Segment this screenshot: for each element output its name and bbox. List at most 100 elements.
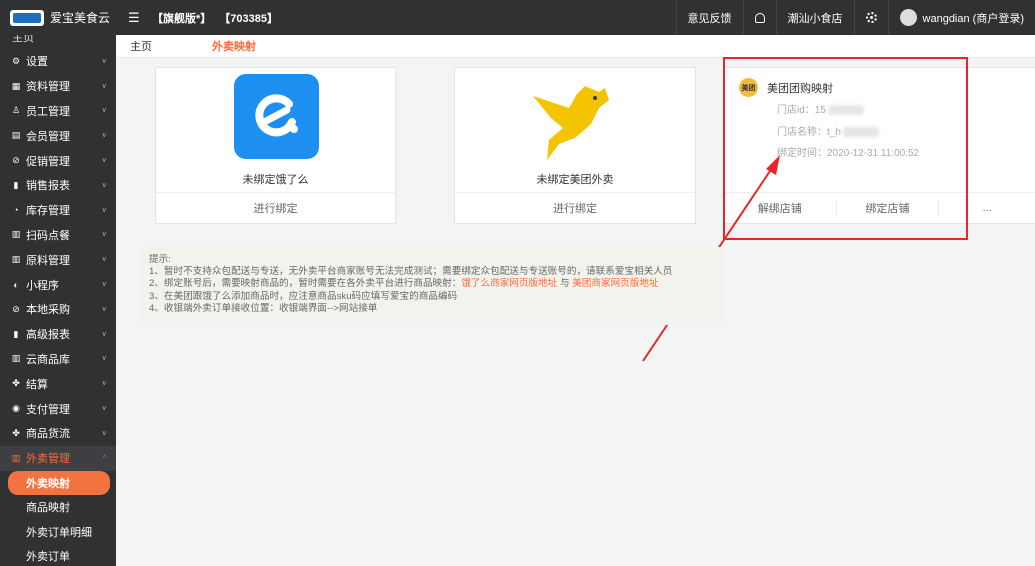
sidebar-subitem-2[interactable]: 外卖订单明细 [0, 520, 116, 545]
sidebar-item-label: 销售报表 [26, 180, 70, 193]
menu-icon: ▤ [11, 130, 21, 141]
menu-icon: ▥ [11, 353, 21, 364]
more-button[interactable]: ... [939, 202, 1035, 214]
chevron-down-icon: v [102, 82, 107, 90]
menu-toggle-icon[interactable]: ☰ [128, 10, 142, 26]
main-content: 主页 外卖映射 未绑定饿了么 进行绑定 未绑定美团外卖 进行绑定 美团 美团团购… [116, 35, 1035, 566]
chevron-down-icon: v [102, 57, 107, 65]
top-bar: 爱宝美食云 ☰ 【旗舰版*】 【703385】 意见反馈 潮汕小食店 wangd… [0, 0, 1035, 35]
sidebar-item-home[interactable]: 主页 [0, 35, 116, 49]
sidebar-item-13[interactable]: ✤ 结算 v [0, 371, 116, 396]
meituan-group-card: 美团 美团团购映射 门店id：15 门店名称：t_h 绑定时间：2020-12-… [723, 67, 1035, 224]
menu-icon: ⚙ [11, 55, 21, 66]
meituan-waimai-card: 未绑定美团外卖 进行绑定 [454, 67, 696, 224]
tab-bar: 主页 外卖映射 [116, 35, 1035, 58]
tips-panel: 提示: 1、暂时不支持众包配送与专送，无外卖平台商家账号无法完成测试；需要绑定众… [141, 247, 725, 325]
menu-icon: ◔ [13, 205, 19, 216]
sidebar-item-label: 员工管理 [26, 105, 70, 118]
tip-and: 与 [557, 278, 573, 290]
sidebar-item-2[interactable]: ♙ 员工管理 v [0, 99, 116, 124]
sidebar-item-1[interactable]: ▦ 资料管理 v [0, 74, 116, 99]
chevron-down-icon: v [102, 405, 107, 413]
eleme-web-link[interactable]: 饿了么商家网页版地址 [461, 278, 557, 289]
redacted-value [842, 127, 879, 138]
sidebar-item-5[interactable]: ▮ 销售报表 v [0, 173, 116, 198]
sidebar-item-label: 结算 [26, 378, 48, 391]
avatar [899, 9, 917, 26]
app-name: 爱宝美食云 [50, 11, 111, 25]
sidebar-item-15[interactable]: ✤ 商品货流 v [0, 421, 116, 446]
menu-icon: ⊘ [12, 155, 20, 166]
chevron-down-icon: v [102, 330, 107, 338]
sidebar: 主页 ⚙ 设置 v ▦ 资料管理 v ♙ 员工管理 v ▤ 会员管理 v ⊘ 促销管理 v ▮ 销售报表 v ◔ 库存… [0, 35, 116, 566]
tips-title: 提示: [149, 254, 171, 265]
menu-icon: ▥ [11, 254, 21, 265]
store-name-row: 门店名称：t_h [777, 123, 879, 138]
menu-icon: ◐ [13, 279, 19, 290]
tab-takeout-mapping[interactable]: 外卖映射 [198, 38, 270, 54]
sidebar-item-9[interactable]: ◐ 小程序 v [0, 272, 116, 297]
user-menu[interactable]: wangdian (商户登录) [887, 0, 1035, 35]
sidebar-item-label: 本地采购 [26, 304, 70, 317]
menu-icon: ▮ [13, 328, 19, 339]
sidebar-item-8[interactable]: ▥ 原料管理 v [0, 247, 116, 272]
sidebar-item-label: 设置 [26, 56, 48, 69]
sidebar-item-label: 促销管理 [26, 155, 70, 168]
meituan-waimai-bind-button[interactable]: 进行绑定 [455, 192, 695, 223]
bind-store-button[interactable]: 绑定店铺 [837, 200, 939, 216]
menu-icon: ⊘ [12, 303, 20, 314]
sidebar-item-14[interactable]: ◉ 支付管理 v [0, 396, 116, 421]
store-id-row: 门店id：15 [777, 101, 864, 116]
sidebar-item-3[interactable]: ▤ 会员管理 v [0, 123, 116, 148]
menu-icon: ◉ [12, 403, 20, 414]
sidebar-item-16[interactable]: ▥ 外卖管理 ^ [0, 445, 116, 471]
meituan-group-title: 美团团购映射 [767, 82, 833, 95]
menu-icon: ▥ [11, 229, 21, 240]
sidebar-subitem-0[interactable]: 外卖映射 [8, 470, 110, 496]
store-id-label: 门店id：15 [777, 105, 826, 116]
meituan-waimai-status: 未绑定美团外卖 [536, 174, 614, 186]
user-name: wangdian (商户登录) [922, 12, 1024, 25]
chevron-up-icon: ^ [102, 454, 106, 462]
meituan-web-link[interactable]: 美团商家网页版地址 [572, 278, 658, 289]
sidebar-subitem-3[interactable]: 外卖订单 [0, 544, 116, 566]
sidebar-item-10[interactable]: ⊘ 本地采购 v [0, 297, 116, 322]
chevron-down-icon: v [102, 305, 107, 313]
eleme-bind-button[interactable]: 进行绑定 [156, 192, 395, 223]
menu-icon: ✤ [12, 378, 20, 389]
menu-icon: ♙ [11, 105, 21, 116]
sidebar-item-label: 库存管理 [26, 205, 70, 218]
store-switcher[interactable]: 潮汕小食店 [775, 0, 854, 35]
settings-button[interactable] [853, 0, 888, 35]
chevron-down-icon: v [102, 355, 107, 363]
chevron-down-icon: v [102, 206, 107, 214]
chevron-down-icon: v [102, 107, 107, 115]
sidebar-item-11[interactable]: ▮ 高级报表 v [0, 322, 116, 347]
chevron-down-icon: v [102, 256, 107, 264]
sidebar-item-0[interactable]: ⚙ 设置 v [0, 49, 116, 74]
chevron-down-icon: v [102, 181, 107, 189]
tab-home[interactable]: 主页 [116, 38, 166, 54]
sidebar-item-6[interactable]: ◔ 库存管理 v [0, 198, 116, 223]
sidebar-item-4[interactable]: ⊘ 促销管理 v [0, 148, 116, 173]
feedback-link[interactable]: 意见反馈 [675, 0, 743, 35]
notification-button[interactable] [742, 0, 776, 35]
sidebar-item-label: 小程序 [26, 279, 59, 292]
bell-icon [754, 12, 765, 23]
sidebar-item-7[interactable]: ▥ 扫码点餐 v [0, 223, 116, 248]
menu-icon: ▦ [11, 80, 21, 91]
gear-icon [865, 12, 877, 23]
unbind-store-button[interactable]: 解绑店铺 [724, 200, 836, 216]
app-logo[interactable]: 爱宝美食云 [0, 9, 116, 26]
sidebar-item-label: 商品货流 [26, 428, 70, 441]
sidebar-item-label: 资料管理 [26, 81, 70, 94]
store-code: 【703385】 [219, 12, 278, 25]
sidebar-item-12[interactable]: ▥ 云商品库 v [0, 347, 116, 372]
eleme-status: 未绑定饿了么 [242, 174, 309, 186]
tip-line-1: 1、暂时不支持众包配送与专送，无外卖平台商家账号无法完成测试；需要绑定众包配送与… [149, 266, 673, 278]
meituan-badge-icon: 美团 [739, 78, 758, 97]
chevron-down-icon: v [102, 132, 107, 140]
sidebar-subitem-1[interactable]: 商品映射 [0, 495, 116, 520]
tip-line-3: 3、在美团跟饿了么添加商品时，应注意商品sku码应填写爱宝的商品编码 [149, 290, 458, 302]
sidebar-item-label: 外卖管理 [26, 453, 70, 466]
